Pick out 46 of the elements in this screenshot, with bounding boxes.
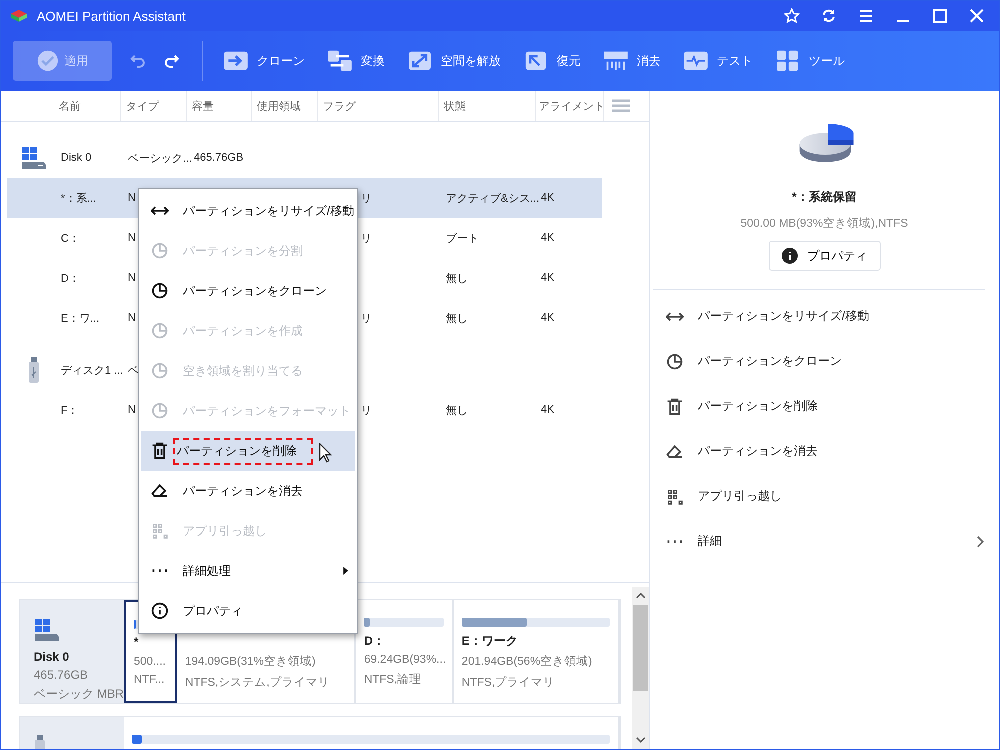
flag-cell: リ [361, 404, 372, 416]
name-cell: E：ワ... [61, 312, 100, 324]
status-cell: 無し [446, 312, 468, 324]
name-cell: D： [61, 272, 80, 284]
partition-name: *：系統保留 [792, 189, 857, 206]
partition-info: 500.00 MB(93%空き領域),NTFS [740, 216, 908, 231]
type-cell: ベ [128, 364, 139, 376]
partition-info: NTFS,プライマリ [462, 675, 556, 690]
type-cell: N [128, 232, 136, 244]
name-cell: *：系... [61, 192, 96, 204]
alignment-cell: 4K [541, 312, 554, 324]
alignment-cell: 4K [541, 272, 554, 284]
type-cell: N [128, 192, 136, 204]
flag-cell: リ [361, 232, 372, 244]
status-cell: 無し [446, 272, 468, 284]
name-cell: ディスク1 ... [61, 364, 124, 376]
alignment-cell: 4K [541, 192, 554, 204]
partition-title: * [134, 635, 140, 650]
partition-size: 500.... [134, 656, 167, 668]
type-cell: ベーシック... [128, 152, 192, 164]
partition-info: NTF... [134, 674, 166, 686]
type-cell: N [128, 404, 136, 416]
name-cell: C： [61, 232, 80, 244]
alignment-cell: 4K [541, 404, 554, 416]
partition-size: 69.24GB(93%... [364, 654, 444, 666]
disk-name: Disk 0 [34, 650, 70, 664]
name-cell: F： [61, 404, 79, 416]
name-cell: Disk 0 [61, 152, 92, 164]
status-cell: 無し [446, 404, 468, 416]
window-title: AOMEI Partition Assistant [37, 8, 186, 24]
partition-title: D： [364, 633, 386, 648]
type-cell: N [128, 312, 136, 324]
partition-size: 201.94GB(56%空き領域) [462, 654, 594, 669]
alignment-cell: 4K [541, 232, 554, 244]
partition-info: NTFS,論理 [364, 672, 423, 687]
status-cell: アクティブ&シス... [446, 192, 540, 204]
flag-cell: リ [361, 312, 372, 324]
partition-size: 194.09GB(31%空き領域) [185, 654, 317, 669]
flag-cell: リ [361, 192, 372, 204]
status-cell: ブート [446, 232, 479, 244]
partition-info: NTFS,システム,プライマリ [185, 675, 331, 690]
capacity-cell: 465.76GB [194, 152, 244, 164]
partition-title: E：ワーク [462, 633, 519, 648]
disk-size: 465.76GB [34, 668, 90, 682]
type-cell: N [128, 272, 136, 284]
disk-style: ベーシック MBR [34, 686, 124, 703]
